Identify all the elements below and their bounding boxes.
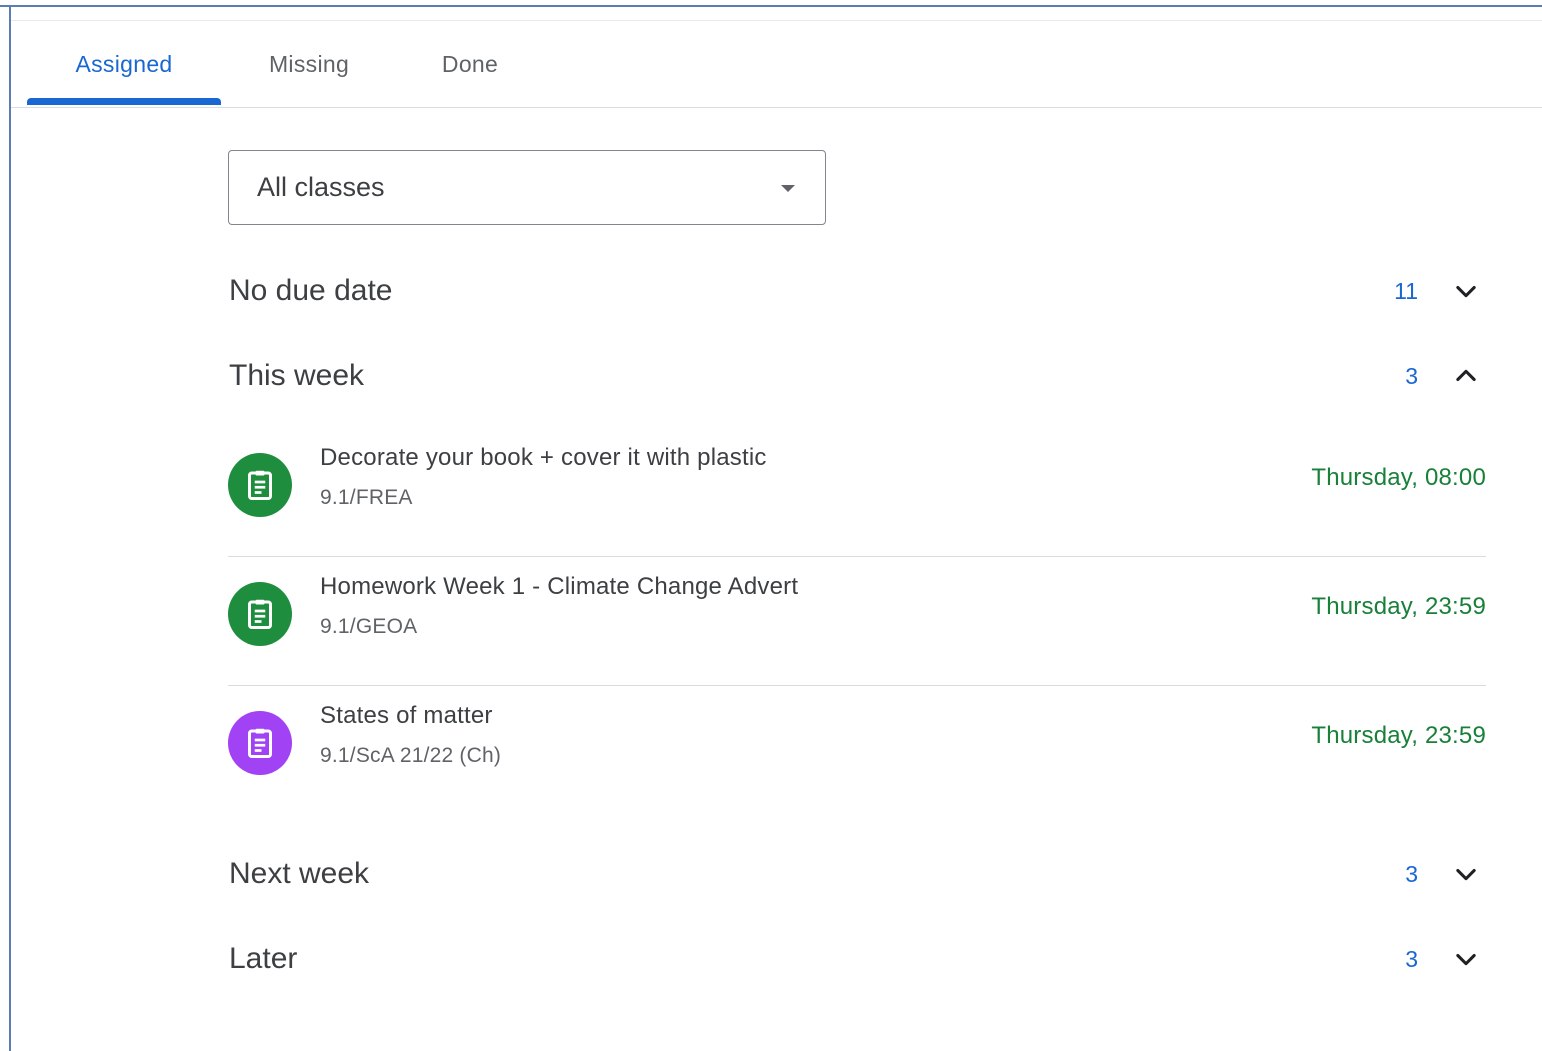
tab-done[interactable]: Done bbox=[403, 21, 537, 107]
assignment-title: Decorate your book + cover it with plast… bbox=[320, 444, 767, 471]
class-filter-value: All classes bbox=[257, 172, 385, 202]
chevron-down-icon[interactable] bbox=[1452, 945, 1480, 973]
assignment-title: States of matter bbox=[320, 702, 493, 729]
assignment-title: Homework Week 1 - Climate Change Advert bbox=[320, 573, 799, 600]
section-next-week-title: Next week bbox=[229, 857, 370, 890]
assignment-icon bbox=[228, 453, 292, 517]
section-this-week-count: 3 bbox=[1405, 363, 1418, 389]
assignment-item[interactable]: Decorate your book + cover it with plast… bbox=[228, 428, 1486, 557]
assignment-item[interactable]: States of matter 9.1/ScA 21/22 (Ch) Thur… bbox=[228, 686, 1486, 814]
tab-missing[interactable]: Missing bbox=[229, 21, 389, 107]
section-no-due-date-count: 11 bbox=[1394, 278, 1418, 304]
section-later[interactable]: Later 3 bbox=[228, 931, 1488, 987]
section-next-week-count: 3 bbox=[1405, 861, 1418, 887]
section-this-week[interactable]: This week 3 bbox=[228, 348, 1488, 404]
section-next-week[interactable]: Next week 3 bbox=[228, 846, 1488, 902]
caret-down-icon bbox=[781, 185, 795, 192]
section-this-week-title: This week bbox=[229, 359, 365, 392]
assignment-class: 9.1/ScA 21/22 (Ch) bbox=[320, 744, 502, 767]
window-border-top bbox=[0, 5, 1542, 7]
tab-missing-label: Missing bbox=[268, 50, 350, 77]
assignment-class: 9.1/FREA bbox=[320, 486, 413, 509]
section-no-due-date-title: No due date bbox=[229, 274, 393, 307]
window-border-left bbox=[9, 5, 11, 1051]
assignment-icon bbox=[228, 582, 292, 646]
chevron-up-icon[interactable] bbox=[1452, 362, 1480, 390]
tab-assigned[interactable]: Assigned bbox=[27, 21, 221, 107]
tab-bar: Assigned Missing Done bbox=[11, 21, 1542, 108]
active-tab-indicator bbox=[27, 98, 221, 105]
section-no-due-date[interactable]: No due date 11 bbox=[228, 263, 1488, 319]
chevron-down-icon[interactable] bbox=[1452, 860, 1480, 888]
section-later-count: 3 bbox=[1405, 946, 1418, 972]
assignment-item[interactable]: Homework Week 1 - Climate Change Advert … bbox=[228, 557, 1486, 686]
tab-assigned-label: Assigned bbox=[75, 50, 173, 77]
section-later-title: Later bbox=[229, 942, 298, 975]
assignment-due-date: Thursday, 23:59 bbox=[1311, 593, 1486, 620]
assignment-class: 9.1/GEOA bbox=[320, 615, 418, 638]
class-filter-dropdown[interactable]: All classes bbox=[228, 150, 826, 225]
assignment-due-date: Thursday, 08:00 bbox=[1311, 464, 1486, 491]
chevron-down-icon[interactable] bbox=[1452, 277, 1480, 305]
assignment-due-date: Thursday, 23:59 bbox=[1311, 722, 1486, 749]
assignment-icon bbox=[228, 711, 292, 775]
tab-done-label: Done bbox=[441, 50, 499, 77]
